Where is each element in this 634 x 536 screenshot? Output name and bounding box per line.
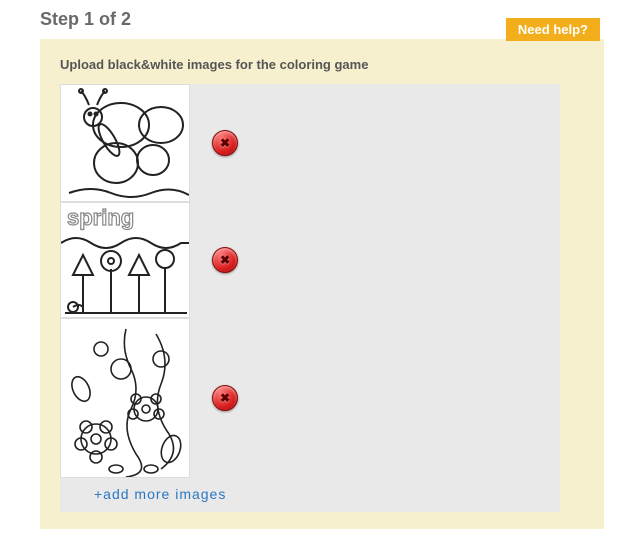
coloring-image-icon: [61, 319, 190, 478]
thumbnail-row: ✖: [60, 84, 560, 202]
header-row: Step 1 of 2 Need help?: [40, 8, 604, 31]
instruction-text: Upload black&white images for the colori…: [60, 57, 584, 72]
svg-text:spring: spring: [67, 205, 134, 230]
coloring-image-icon: spring: [61, 203, 190, 318]
coloring-image-icon: [61, 85, 190, 202]
thumbnail-floral-pattern[interactable]: [60, 318, 190, 478]
step-title: Step 1 of 2: [40, 9, 131, 30]
thumbnail-spring-flowers[interactable]: spring: [60, 202, 190, 318]
upload-panel: Upload black&white images for the colori…: [40, 39, 604, 529]
need-help-button[interactable]: Need help?: [506, 18, 600, 41]
thumbnail-row: ✖: [60, 318, 560, 478]
thumbnail-butterfly[interactable]: [60, 84, 190, 202]
delete-thumbnail-button[interactable]: ✖: [212, 247, 238, 273]
thumbnail-row: spring: [60, 202, 560, 318]
delete-thumbnail-button[interactable]: ✖: [212, 130, 238, 156]
add-more-images-link[interactable]: +add more images: [60, 478, 226, 502]
upload-area: ✖ spring: [60, 84, 560, 512]
delete-thumbnail-button[interactable]: ✖: [212, 385, 238, 411]
